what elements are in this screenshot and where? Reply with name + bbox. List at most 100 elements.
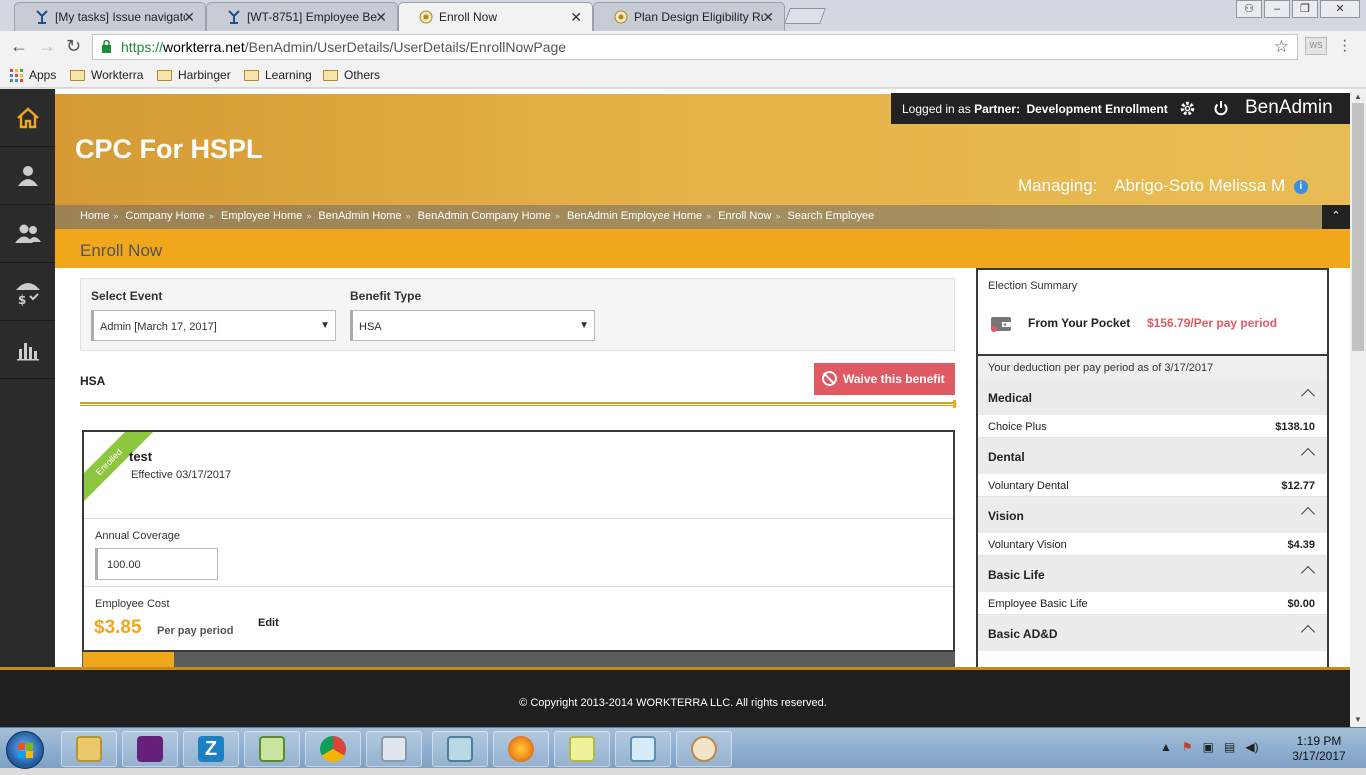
- system-clock[interactable]: 1:19 PM 3/17/2017: [1284, 734, 1354, 764]
- z-app-icon[interactable]: Z: [183, 731, 239, 767]
- volume-icon[interactable]: ◀): [1245, 740, 1258, 754]
- summary-group-basic-life: Basic Life Employee Basic Life $0.00: [978, 556, 1327, 615]
- bookmark-others[interactable]: Others: [323, 68, 380, 82]
- chevron-up-icon[interactable]: [1300, 506, 1316, 522]
- firefox-icon[interactable]: [493, 731, 549, 767]
- action-center-icon[interactable]: ⚑: [1182, 740, 1193, 754]
- explorer-icon[interactable]: [61, 731, 117, 767]
- chevron-up-icon[interactable]: [1300, 447, 1316, 463]
- chrome-icon[interactable]: [305, 731, 361, 767]
- extension-icon[interactable]: WS: [1305, 37, 1327, 55]
- chevron-up-icon[interactable]: [1300, 388, 1316, 404]
- breadcrumb-home[interactable]: Home: [80, 210, 109, 222]
- waive-benefit-button[interactable]: Waive this benefit: [814, 363, 955, 395]
- bookmark-star-icon[interactable]: ☆: [1274, 37, 1289, 57]
- jira-icon: [36, 10, 48, 24]
- breadcrumb-enroll-now[interactable]: Enroll Now: [718, 210, 771, 222]
- notepad-plus-icon[interactable]: [244, 731, 300, 767]
- visual-studio-icon[interactable]: [122, 731, 178, 767]
- waive-label: Waive this benefit: [843, 372, 945, 386]
- managing-label: Managing:: [1018, 176, 1098, 195]
- tab-my-tasks[interactable]: [My tasks] Issue navigato ✕: [14, 2, 206, 31]
- edit-link[interactable]: Edit: [258, 617, 279, 629]
- summary-group-header[interactable]: Medical: [978, 379, 1327, 415]
- summary-group-header[interactable]: Dental: [978, 438, 1327, 474]
- user-icon[interactable]: ⚇: [1236, 0, 1262, 18]
- restore-button[interactable]: ❐: [1292, 0, 1318, 18]
- show-hidden-icons-icon[interactable]: ▲: [1160, 740, 1172, 754]
- reload-icon[interactable]: ↻: [66, 36, 81, 57]
- sidebar-item-reports[interactable]: [0, 321, 55, 379]
- sticky-notes-icon[interactable]: [554, 731, 610, 767]
- forward-arrow-icon[interactable]: →: [38, 36, 56, 57]
- network-icon[interactable]: ▤: [1224, 740, 1235, 754]
- breadcrumb-benadmin-company-home[interactable]: BenAdmin Company Home: [418, 210, 551, 222]
- bookmark-apps[interactable]: Apps: [10, 68, 56, 82]
- sidebar-item-home[interactable]: [0, 89, 55, 147]
- close-icon[interactable]: ✕: [183, 9, 195, 26]
- svg-text:$: $: [18, 293, 26, 306]
- breadcrumb-benadmin-home[interactable]: BenAdmin Home: [318, 210, 401, 222]
- windows-taskbar: Z ▲ ⚑ ▣ ▤ ◀) 1:19 PM 3/17/2017: [0, 727, 1366, 769]
- notepad-icon[interactable]: [615, 731, 671, 767]
- start-button[interactable]: [6, 731, 44, 769]
- managing-name: Abrigo-Soto Melissa M: [1114, 176, 1286, 195]
- filter-panel: Select Event Admin [March 17, 2017] ▼ Be…: [80, 278, 955, 351]
- summary-group-header[interactable]: Vision: [978, 497, 1327, 533]
- wallet-icon: [991, 317, 1011, 332]
- url-scheme: https://: [121, 39, 164, 55]
- benefit-type-dropdown[interactable]: HSA ▼: [350, 310, 595, 341]
- plan-card: Enrolled test Effective 03/17/2017 Annua…: [82, 430, 955, 652]
- logged-in-name: Development Enrollment: [1026, 102, 1168, 116]
- summary-group-header[interactable]: Basic Life: [978, 556, 1327, 592]
- group-name: Medical: [988, 391, 1033, 405]
- bookmark-harbinger[interactable]: Harbinger: [157, 68, 231, 82]
- paint-icon[interactable]: [676, 731, 732, 767]
- bookmark-learning[interactable]: Learning: [244, 68, 312, 82]
- plan-card-action-button[interactable]: [83, 652, 174, 667]
- select-event-dropdown[interactable]: Admin [March 17, 2017] ▼: [91, 310, 336, 341]
- close-window-button[interactable]: ✕: [1320, 0, 1360, 18]
- scrollbar-thumb[interactable]: [1352, 103, 1364, 351]
- device-icon[interactable]: ▣: [1203, 740, 1214, 754]
- minimize-button[interactable]: –: [1264, 0, 1290, 18]
- chevron-up-icon[interactable]: [1300, 624, 1316, 640]
- coverage-input[interactable]: 100.00: [95, 548, 218, 580]
- collapse-header-button[interactable]: ⌃: [1322, 205, 1350, 229]
- sidebar-item-benefits[interactable]: $: [0, 263, 55, 321]
- scroll-up-arrow-icon[interactable]: ▲: [1354, 92, 1362, 101]
- summary-group-dental: Dental Voluntary Dental $12.77: [978, 438, 1327, 497]
- power-icon[interactable]: [1213, 100, 1229, 116]
- bookmark-label: Workterra: [91, 68, 144, 82]
- breadcrumb-employee-home[interactable]: Employee Home: [221, 210, 302, 222]
- page-scrollbar[interactable]: ▲ ▼: [1350, 89, 1366, 727]
- line-item-amount: $138.10: [1275, 421, 1315, 433]
- new-tab-button[interactable]: [784, 8, 826, 24]
- sidebar-item-employee[interactable]: [0, 147, 55, 205]
- breadcrumb-company-home[interactable]: Company Home: [125, 210, 204, 222]
- scroll-down-arrow-icon[interactable]: ▼: [1354, 715, 1362, 724]
- calculator-icon[interactable]: [366, 731, 422, 767]
- sidebar-item-employees[interactable]: [0, 205, 55, 263]
- browser-menu-icon[interactable]: · · ·: [1342, 33, 1347, 59]
- bookmark-label: Apps: [29, 68, 57, 82]
- tab-enroll-now[interactable]: Enroll Now ✕: [398, 2, 593, 31]
- gear-icon[interactable]: [1179, 100, 1196, 117]
- summary-group-header[interactable]: Basic AD&D: [978, 615, 1327, 651]
- summary-line-item: Choice Plus $138.10: [978, 415, 1327, 438]
- breadcrumb-search-employee[interactable]: Search Employee: [787, 210, 874, 222]
- breadcrumb-benadmin-employee-home[interactable]: BenAdmin Employee Home: [567, 210, 702, 222]
- close-icon[interactable]: ✕: [375, 9, 387, 26]
- close-icon[interactable]: ✕: [570, 9, 582, 26]
- snipping-tool-icon[interactable]: [432, 731, 488, 767]
- close-icon[interactable]: ✕: [762, 9, 774, 26]
- tab-plan-design[interactable]: Plan Design Eligibility Ru ✕: [593, 2, 785, 31]
- chevron-up-icon[interactable]: [1300, 565, 1316, 581]
- bookmark-workterra[interactable]: Workterra: [70, 68, 143, 82]
- back-arrow-icon[interactable]: ←: [10, 36, 28, 57]
- tab-wt-8751[interactable]: [WT-8751] Employee Ben ✕: [206, 2, 398, 31]
- umbrella-dollar-icon: $: [15, 282, 40, 306]
- address-bar[interactable]: https://workterra.net/BenAdmin/UserDetai…: [92, 34, 1298, 60]
- election-summary-panel: Election Summary From Your Pocket $156.7…: [976, 268, 1329, 667]
- info-icon[interactable]: i: [1293, 180, 1308, 194]
